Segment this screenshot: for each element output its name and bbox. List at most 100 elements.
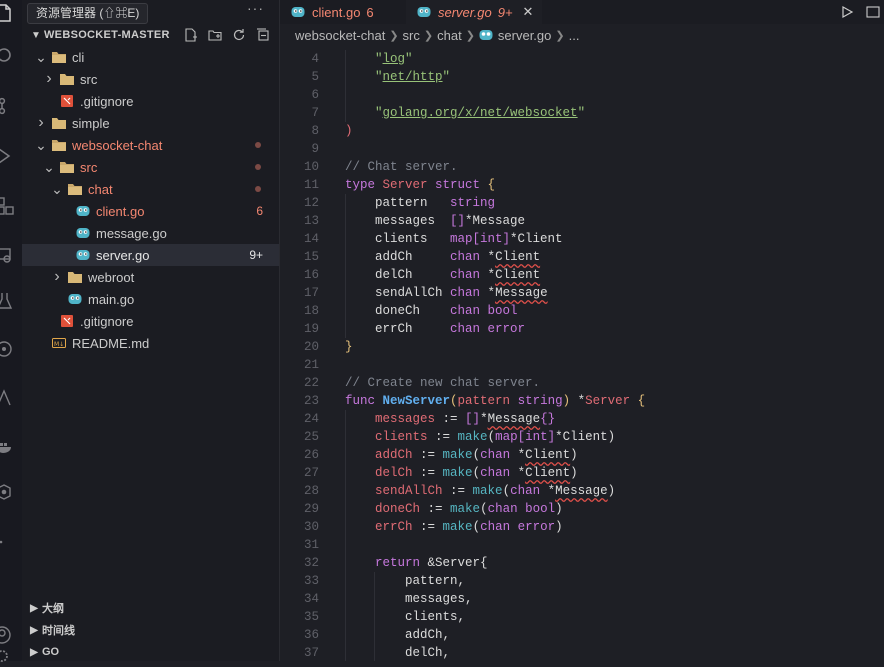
- code-token: (: [472, 466, 481, 480]
- testing-icon[interactable]: [0, 290, 22, 312]
- folder-open-icon: [59, 159, 75, 175]
- line-content: "log": [345, 50, 413, 68]
- code-token: (: [450, 394, 458, 408]
- activity-bar: [0, 0, 23, 662]
- code-token: :=: [442, 484, 473, 498]
- breadcrumb-item[interactable]: server.go: [498, 28, 551, 43]
- code-token: // Chat server.: [345, 160, 458, 174]
- tree-item[interactable]: message.go: [22, 222, 279, 244]
- timeline-icon[interactable]: [0, 338, 22, 360]
- code-editor[interactable]: 4 "log" 5 "net/http" 6 7 "golang.org/x/net/…: [280, 50, 884, 661]
- chevron-right-icon: ▶: [30, 646, 38, 658]
- tree-item-label: websocket-chat: [72, 137, 163, 153]
- code-token: ": [375, 106, 383, 120]
- go-file-icon: [75, 203, 91, 219]
- split-editor-icon[interactable]: [866, 5, 880, 24]
- more-icon[interactable]: [0, 531, 22, 553]
- code-token: Message: [495, 286, 548, 300]
- line-content: func NewServer(pattern string) *Server {: [345, 392, 645, 410]
- tree-item[interactable]: server.go 9+: [22, 244, 279, 266]
- new-file-icon[interactable]: [183, 27, 199, 43]
- code-token: *: [480, 412, 488, 426]
- line-number: 15: [303, 250, 319, 264]
- tree-item[interactable]: ⌄ src: [22, 156, 279, 178]
- breadcrumb-item[interactable]: chat: [437, 28, 462, 43]
- tree-item-label: .gitignore: [80, 313, 134, 329]
- tab-client-go-badge: 6: [366, 4, 374, 20]
- tab-server-go[interactable]: server.go 9+ ✕: [406, 0, 542, 24]
- outline-section[interactable]: ▶ 大纲: [22, 597, 279, 619]
- code-token: pattern,: [345, 574, 466, 588]
- new-folder-icon[interactable]: [207, 27, 223, 43]
- account-icon[interactable]: [0, 624, 22, 646]
- chevron-right-icon: ›: [46, 70, 52, 87]
- go-file-icon: [290, 4, 306, 20]
- tree-item[interactable]: › webroot: [22, 266, 279, 288]
- tree-item-label: message.go: [96, 225, 167, 241]
- code-token: ": [442, 70, 451, 84]
- go-section[interactable]: ▶ GO: [22, 641, 279, 663]
- line-number: 8: [311, 124, 319, 138]
- tree-item[interactable]: main.go: [22, 288, 279, 310]
- run-icon[interactable]: [840, 5, 854, 24]
- code-line: 8): [280, 122, 884, 140]
- code-token: chan error: [450, 322, 526, 336]
- tab-client-go[interactable]: client.go 6: [280, 0, 404, 24]
- line-content: }: [345, 338, 353, 356]
- line-content: messages,: [345, 590, 473, 608]
- close-icon[interactable]: ✕: [523, 4, 534, 20]
- tree-item-label: client.go: [96, 203, 145, 219]
- gear-extension-icon[interactable]: [0, 482, 22, 504]
- code-token: :=: [412, 448, 443, 462]
- tree-item[interactable]: › simple: [22, 112, 279, 134]
- tree-item-label: cli: [72, 49, 85, 65]
- refresh-icon[interactable]: [231, 27, 247, 43]
- line-number: 32: [303, 556, 319, 570]
- line-content: pattern,: [345, 572, 465, 590]
- breadcrumb-item[interactable]: websocket-chat: [295, 28, 385, 43]
- line-content: type Server struct {: [345, 176, 495, 194]
- timeline-section[interactable]: ▶ 时间线: [22, 619, 279, 641]
- problem-count-badge: 6: [256, 204, 263, 218]
- tree-item[interactable]: ⌄ chat: [22, 178, 279, 200]
- tree-item[interactable]: client.go 6: [22, 200, 279, 222]
- tree-item[interactable]: ⌄ cli: [22, 46, 279, 68]
- gitignore-icon: [59, 93, 75, 109]
- tree-item[interactable]: .gitignore: [22, 310, 279, 332]
- line-number: 13: [303, 214, 319, 228]
- code-token: &Server{: [427, 556, 488, 570]
- explorer-icon[interactable]: [0, 2, 22, 24]
- collapse-all-icon[interactable]: [255, 27, 271, 43]
- manage-gear-icon[interactable]: [0, 645, 22, 667]
- breadcrumb: websocket-chat ❯ src ❯ chat ❯ server.go …: [280, 24, 884, 46]
- breadcrumb-item[interactable]: src: [403, 28, 420, 43]
- code-token: clients,: [345, 610, 466, 624]
- tree-item[interactable]: › src: [22, 68, 279, 90]
- run-debug-icon[interactable]: [0, 145, 22, 167]
- tree-item[interactable]: M↓ README.md: [22, 332, 279, 354]
- line-number: 11: [303, 178, 319, 192]
- tree-item[interactable]: .gitignore: [22, 90, 279, 112]
- code-token: clients: [345, 232, 451, 246]
- docker-icon[interactable]: [0, 435, 22, 457]
- code-line: 36 addCh,: [280, 626, 884, 644]
- breadcrumb-item[interactable]: ...: [569, 28, 580, 43]
- code-line: 26 addCh := make(chan *Client): [280, 446, 884, 464]
- remote-explorer-icon[interactable]: [0, 245, 22, 267]
- workspace-header[interactable]: ▼ WEBSOCKET-MASTER: [22, 24, 279, 46]
- code-token: ": [375, 52, 383, 66]
- code-token: ): [570, 466, 578, 480]
- deploy-icon[interactable]: [0, 387, 22, 409]
- chevron-right-icon: ▶: [30, 624, 38, 636]
- views-more-icon[interactable]: ···: [247, 0, 264, 16]
- code-token: chan: [480, 448, 518, 462]
- tree-item[interactable]: ⌄ websocket-chat: [22, 134, 279, 156]
- go-file-icon: [416, 4, 432, 20]
- extensions-icon[interactable]: [0, 195, 22, 217]
- file-tree: ⌄ cli › src .gitignore › simple ⌄ websocket-chat…: [22, 46, 279, 354]
- source-control-icon[interactable]: [0, 95, 22, 117]
- search-icon[interactable]: [0, 45, 22, 67]
